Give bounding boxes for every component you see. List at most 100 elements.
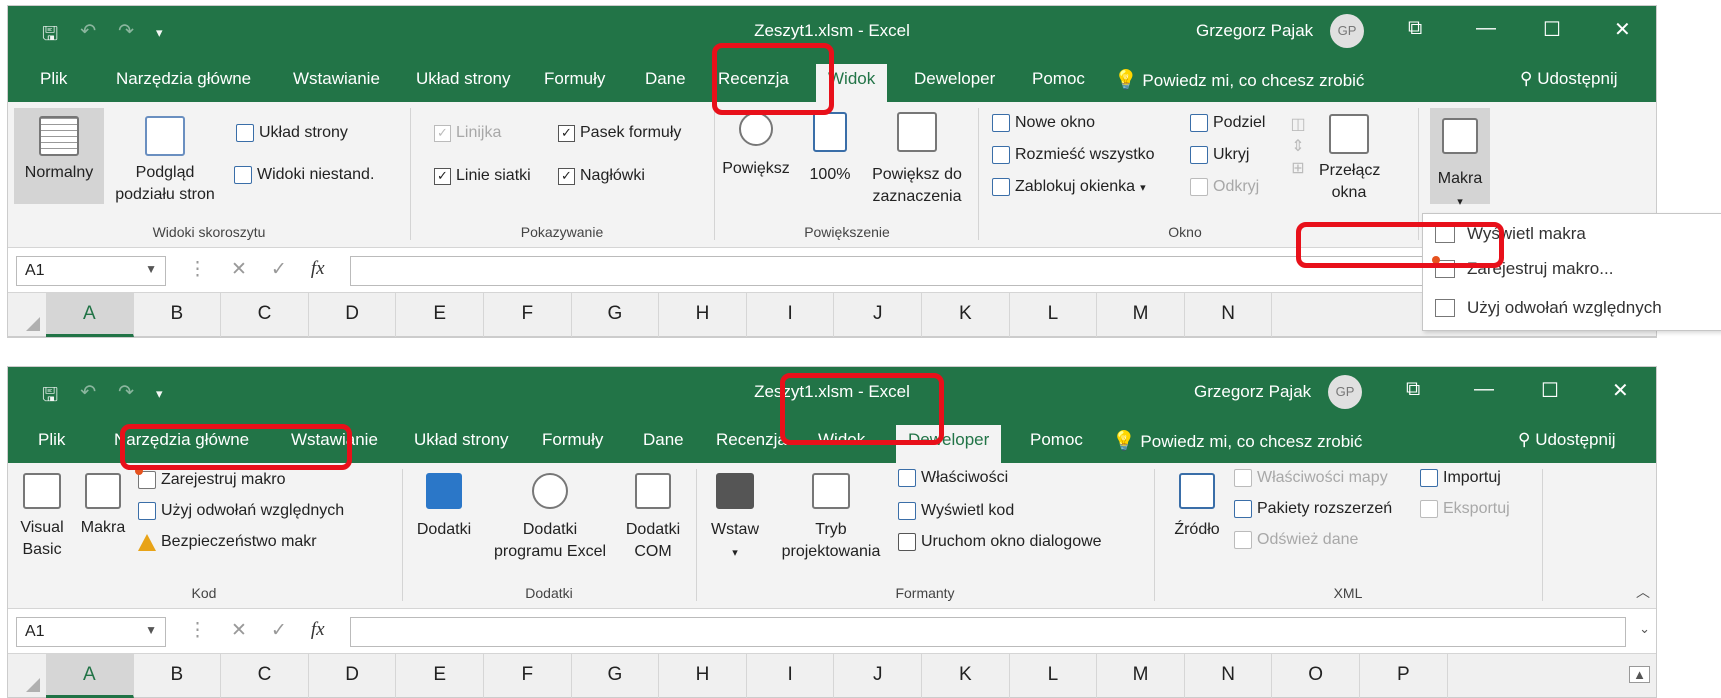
tab-developer[interactable]: Deweloper — [914, 69, 995, 89]
properties-button[interactable]: Właściwości — [898, 469, 1008, 487]
column-header-i[interactable]: I — [747, 654, 835, 698]
column-header-f[interactable]: F — [484, 293, 572, 337]
gridlines-checkbox[interactable]: ✓ Linie siatki — [434, 167, 531, 185]
share-button[interactable]: ⚲ Udostępnij — [1518, 430, 1616, 450]
column-header-n[interactable]: N — [1185, 293, 1273, 337]
tab-file[interactable]: Plik — [38, 430, 65, 450]
run-dialog-button[interactable]: Uruchom okno dialogowe — [898, 533, 1102, 551]
normal-view-button[interactable]: Normalny — [14, 108, 104, 204]
user-name[interactable]: Grzegorz Pajak — [1194, 382, 1311, 402]
tab-review[interactable]: Recenzja — [718, 69, 789, 89]
column-header-d[interactable]: D — [309, 293, 397, 337]
avatar[interactable]: GP — [1330, 14, 1364, 48]
import-button[interactable]: Importuj — [1420, 469, 1501, 487]
column-header-m[interactable]: M — [1097, 654, 1185, 698]
zoom-selection-button[interactable]: Powiększ do zaznaczenia — [860, 112, 974, 208]
tab-insert[interactable]: Wstawianie — [291, 430, 378, 450]
unhide-button[interactable]: Odkryj — [1190, 178, 1259, 196]
name-box[interactable]: A1 ▼ — [16, 617, 166, 647]
zoom-button[interactable]: Powiększ — [720, 112, 792, 180]
ribbon-display-options-icon[interactable]: ⧉ — [1408, 17, 1422, 40]
tab-help[interactable]: Pomoc — [1030, 430, 1083, 450]
expansion-packs-button[interactable]: Pakiety rozszerzeń — [1234, 500, 1392, 518]
column-header-o[interactable]: O — [1272, 654, 1360, 698]
close-icon[interactable]: ✕ — [1614, 17, 1631, 42]
column-header-h[interactable]: H — [659, 654, 747, 698]
tab-view[interactable]: Widok — [816, 64, 888, 102]
custom-views-button[interactable]: Widoki niestand. — [234, 166, 374, 184]
tab-page-layout[interactable]: Układ strony — [416, 69, 510, 89]
column-header-k[interactable]: K — [922, 654, 1010, 698]
relative-refs-button[interactable]: Użyj odwołań względnych — [138, 502, 344, 520]
cancel-icon[interactable]: ✕ — [231, 258, 247, 281]
column-header-h[interactable]: H — [659, 293, 747, 337]
close-icon[interactable]: ✕ — [1612, 378, 1629, 403]
scroll-up-icon[interactable]: ▲ — [1629, 666, 1650, 683]
column-header-g[interactable]: G — [572, 293, 660, 337]
tab-view[interactable]: Widok — [818, 430, 865, 450]
design-mode-button[interactable]: Tryb projektowania — [776, 473, 886, 563]
switch-windows-button[interactable]: Przełącz okna — [1314, 114, 1384, 204]
freeze-panes-button[interactable]: Zablokuj okienka ▾ — [992, 178, 1146, 196]
addins-button[interactable]: Dodatki — [408, 473, 480, 541]
tab-insert[interactable]: Wstawianie — [293, 69, 380, 89]
insert-function-icon[interactable]: fx — [311, 619, 325, 642]
menu-item-view-macros[interactable]: Wyświetl makra — [1423, 216, 1721, 252]
menu-item-record-macro[interactable]: Zarejestruj makro... — [1423, 251, 1721, 287]
page-break-preview-button[interactable]: Podgląd podziału stron — [110, 116, 220, 206]
column-header-m[interactable]: M — [1097, 293, 1185, 337]
column-header-n[interactable]: N — [1185, 654, 1273, 698]
menu-item-relative-refs[interactable]: Użyj odwołań względnych — [1423, 290, 1721, 326]
column-header-b[interactable]: B — [134, 293, 222, 337]
column-header-c[interactable]: C — [221, 654, 309, 698]
export-button[interactable]: Eksportuj — [1420, 500, 1510, 518]
column-header-j[interactable]: J — [834, 654, 922, 698]
ribbon-display-options-icon[interactable]: ⧉ — [1406, 378, 1420, 401]
column-header-j[interactable]: J — [834, 293, 922, 337]
name-box[interactable]: A1 ▼ — [16, 256, 166, 286]
tab-data[interactable]: Dane — [643, 430, 684, 450]
hide-button[interactable]: Ukryj — [1190, 146, 1249, 164]
cancel-icon[interactable]: ✕ — [231, 619, 247, 642]
column-header-f[interactable]: F — [484, 654, 572, 698]
headings-checkbox[interactable]: ✓ Nagłówki — [558, 167, 645, 185]
formula-bar-checkbox[interactable]: ✓ Pasek formuły — [558, 124, 681, 142]
visual-basic-button[interactable]: Visual Basic — [14, 473, 70, 561]
column-header-g[interactable]: G — [572, 654, 660, 698]
column-header-c[interactable]: C — [221, 293, 309, 337]
enter-icon[interactable]: ✓ — [271, 258, 287, 281]
macros-button[interactable]: Makra — [76, 473, 130, 539]
maximize-icon[interactable]: ☐ — [1543, 17, 1561, 42]
tab-file[interactable]: Plik — [40, 69, 67, 89]
minimize-icon[interactable]: — — [1474, 378, 1494, 401]
tab-home[interactable]: Narzędzia główne — [116, 69, 251, 89]
tab-home[interactable]: Narzędzia główne — [114, 430, 249, 450]
new-window-button[interactable]: Nowe okno — [992, 114, 1095, 132]
enter-icon[interactable]: ✓ — [271, 619, 287, 642]
collapse-ribbon-icon[interactable]: ︿ — [1636, 582, 1650, 602]
share-button[interactable]: ⚲ Udostępnij — [1520, 69, 1618, 89]
tab-data[interactable]: Dane — [645, 69, 686, 89]
select-all-corner[interactable] — [8, 654, 46, 698]
maximize-icon[interactable]: ☐ — [1541, 378, 1559, 403]
insert-function-icon[interactable]: fx — [311, 258, 325, 281]
view-code-button[interactable]: Wyświetl kod — [898, 502, 1014, 520]
tab-review[interactable]: Recenzja — [716, 430, 787, 450]
tab-page-layout[interactable]: Układ strony — [414, 430, 508, 450]
arrange-all-button[interactable]: Rozmieść wszystko — [992, 146, 1155, 164]
split-button[interactable]: Podziel — [1190, 114, 1265, 132]
tell-me-box[interactable]: 💡 Powiedz mi, co chcesz zrobić — [1112, 429, 1362, 453]
excel-addins-button[interactable]: Dodatki programu Excel — [490, 473, 610, 563]
chevron-down-icon[interactable]: ▼ — [145, 623, 157, 637]
tab-developer[interactable]: Deweloper — [896, 425, 1002, 463]
select-all-corner[interactable] — [8, 293, 46, 337]
side-by-side-icon[interactable]: ◫ ⇕ ⊞ — [1288, 114, 1308, 194]
macros-button[interactable]: Makra ▾ — [1430, 108, 1490, 208]
column-header-a[interactable]: A — [46, 293, 134, 337]
column-header-p[interactable]: P — [1360, 654, 1448, 698]
tab-formulas[interactable]: Formuły — [542, 430, 603, 450]
com-addins-button[interactable]: Dodatki COM — [618, 473, 688, 563]
tab-formulas[interactable]: Formuły — [544, 69, 605, 89]
source-button[interactable]: Źródło — [1166, 473, 1228, 541]
column-header-e[interactable]: E — [396, 654, 484, 698]
